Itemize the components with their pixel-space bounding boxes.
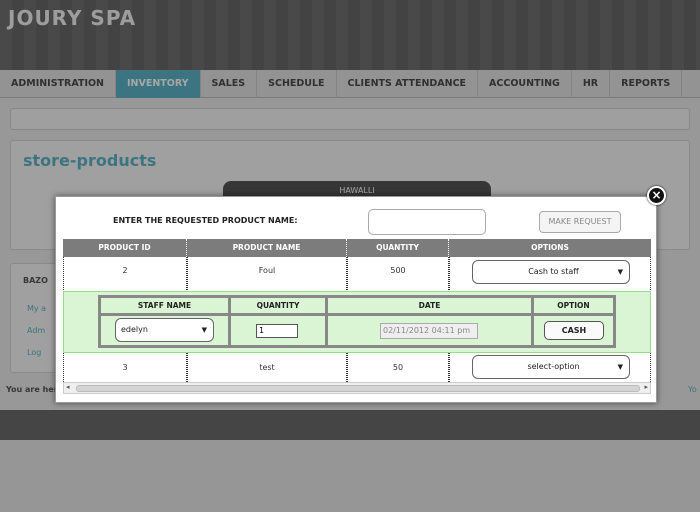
option-cell: CASH (534, 316, 613, 345)
staff-table-header: STAFF NAME QUANTITY DATE OPTION (101, 298, 613, 316)
scroll-left-icon[interactable]: ◂ (66, 383, 70, 391)
product-name-input[interactable] (368, 209, 486, 235)
horizontal-scrollbar[interactable]: ◂ ▸ (63, 382, 651, 394)
chevron-down-icon: ▼ (201, 326, 207, 334)
staff-name-value: edelyn (121, 325, 148, 334)
staff-name-select[interactable]: edelyn ▼ (115, 318, 214, 342)
request-label: ENTER THE REQUESTED PRODUCT NAME: (113, 216, 298, 225)
option-select[interactable]: Cash to staff ▼ (472, 260, 630, 284)
option-select-value: select-option (527, 362, 580, 371)
close-icon[interactable]: × (647, 186, 666, 205)
table-header: PRODUCT ID PRODUCT NAME QUANTITY OPTIONS (63, 239, 651, 257)
option-select-value: Cash to staff (528, 267, 579, 276)
table-row: 2 Foul 500 Cash to staff ▼ (63, 257, 651, 290)
cell-product-id: 3 (63, 353, 187, 382)
col-date: DATE (328, 298, 534, 313)
cell-options: Cash to staff ▼ (449, 257, 651, 290)
cell-product-name: Foul (187, 257, 347, 290)
chevron-down-icon: ▼ (617, 363, 623, 371)
staff-cash-panel: STAFF NAME QUANTITY DATE OPTION edelyn ▼… (63, 291, 651, 353)
cell-options: select-option ▼ (449, 353, 651, 382)
scroll-right-icon[interactable]: ▸ (644, 383, 648, 391)
date-cell: 02/11/2012 04:11 pm (328, 316, 534, 345)
date-field: 02/11/2012 04:11 pm (380, 323, 478, 339)
chevron-down-icon: ▼ (617, 268, 623, 276)
staff-quantity-cell: 1 (231, 316, 328, 345)
scrollbar-thumb[interactable] (76, 385, 640, 392)
cell-quantity: 500 (347, 257, 449, 290)
staff-name-cell: edelyn ▼ (101, 316, 231, 345)
col-staff-name: STAFF NAME (101, 298, 231, 313)
col-option: OPTION (557, 301, 590, 310)
request-product-modal: ENTER THE REQUESTED PRODUCT NAME: MAKE R… (55, 196, 657, 403)
quantity-input[interactable]: 1 (256, 324, 298, 338)
col-product-name: PRODUCT NAME (187, 239, 347, 257)
cell-product-id: 2 (63, 257, 187, 290)
option-select[interactable]: select-option ▼ (472, 355, 630, 379)
col-product-id: PRODUCT ID (63, 239, 187, 257)
col-quantity: QUANTITY (347, 239, 449, 257)
col-options: OPTIONS (531, 243, 569, 252)
products-table: PRODUCT ID PRODUCT NAME QUANTITY OPTIONS… (63, 239, 651, 396)
cash-button[interactable]: CASH (544, 321, 604, 340)
cell-quantity: 50 (347, 353, 449, 382)
cell-product-name: test (187, 353, 347, 382)
table-row: 3 test 50 select-option ▼ (63, 353, 651, 382)
staff-table: STAFF NAME QUANTITY DATE OPTION edelyn ▼… (98, 295, 616, 348)
make-request-button[interactable]: MAKE REQUEST (539, 211, 621, 233)
col-staff-quantity: QUANTITY (231, 298, 328, 313)
staff-table-row: edelyn ▼ 1 02/11/2012 04:11 pm CASH (101, 316, 613, 345)
